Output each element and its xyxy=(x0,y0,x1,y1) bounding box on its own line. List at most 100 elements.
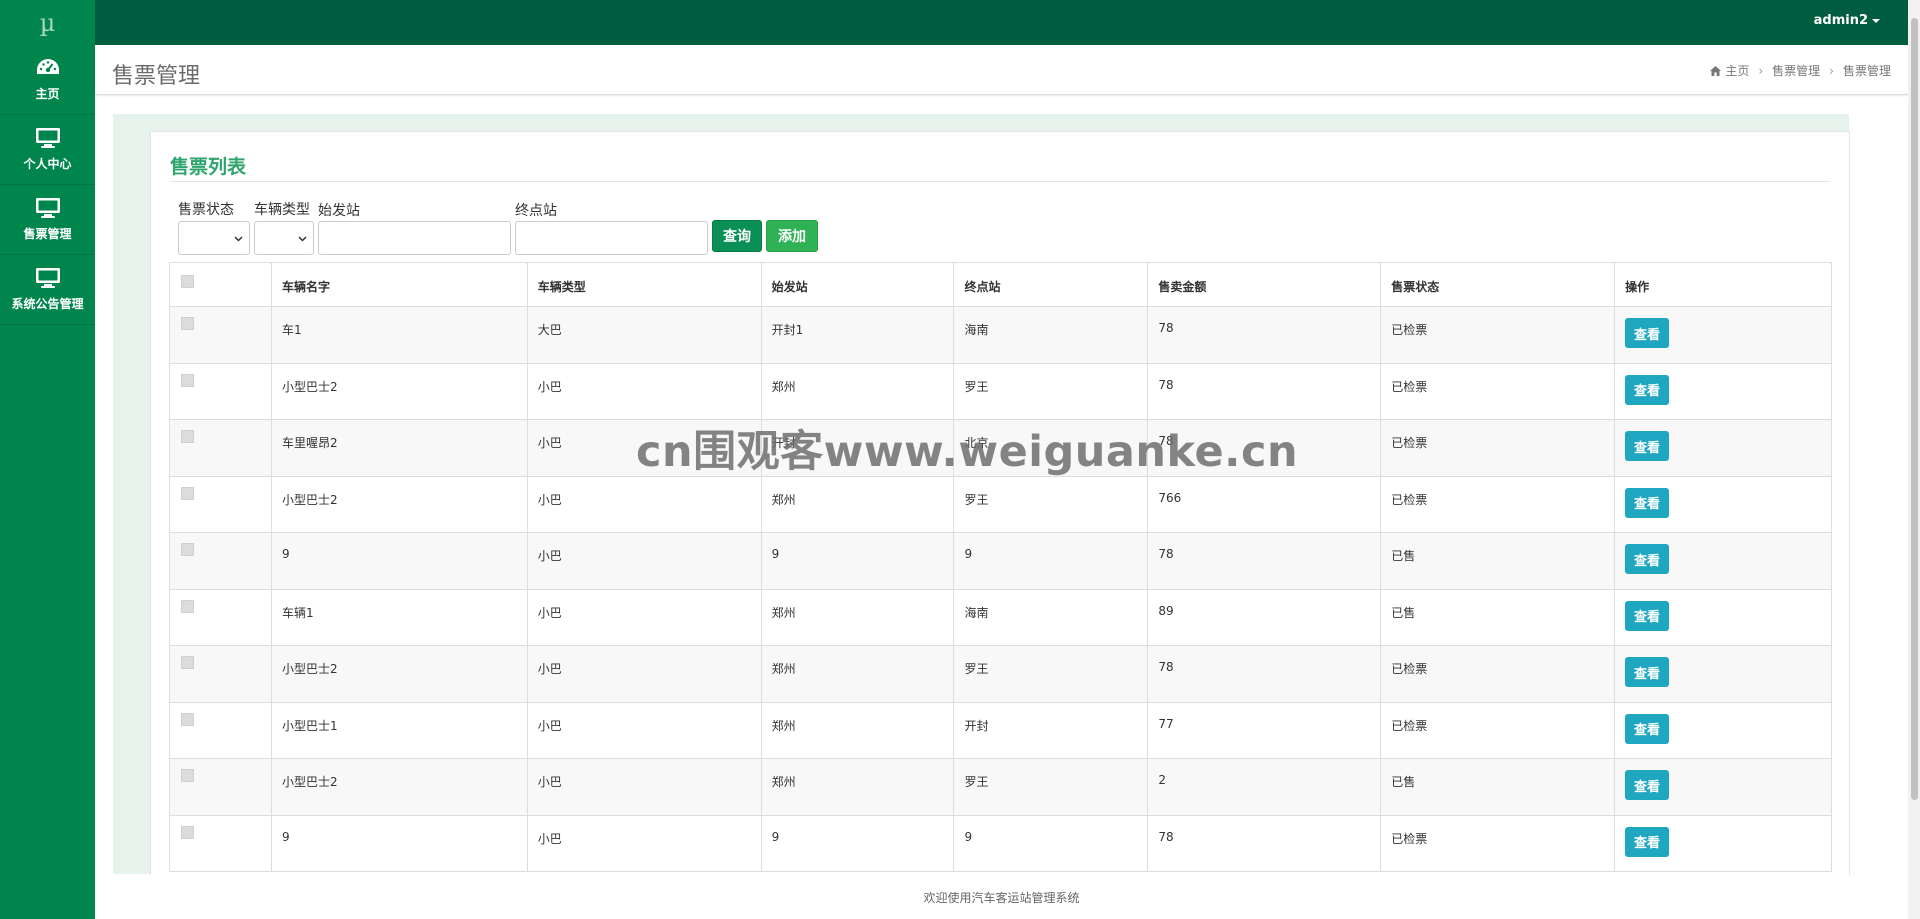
vehicle-name-cell: 车里喔昂2 xyxy=(270,419,528,477)
table-row: 小型巴士2 小巴 郑州 罗王 78 已检票 查看 xyxy=(169,645,1832,703)
table-header-row: 车辆名字 车辆类型 始发站 终点站 售卖金额 售票状态 操作 xyxy=(169,262,1832,307)
view-button[interactable]: 查看 xyxy=(1625,600,1670,631)
amount-cell: 2 xyxy=(1147,758,1382,816)
status-cell: 已检票 xyxy=(1380,419,1616,477)
username: admin2 xyxy=(1813,13,1868,28)
sidebar-item-label: 个人中心 xyxy=(23,157,72,171)
scrollbar[interactable] xyxy=(1908,0,1920,919)
sidebar: µ 主页 个人中心 售票管理 系统公告管理 xyxy=(0,0,95,919)
status-cell: 已检票 xyxy=(1380,475,1616,533)
start-station-cell: 郑州 xyxy=(760,362,955,420)
status-filter-label: 售票状态 xyxy=(178,202,234,218)
vehicle-type-cell: 小巴 xyxy=(526,419,762,477)
start-station-label: 始发站 xyxy=(318,203,360,219)
select-cell xyxy=(169,701,272,759)
table-row: 车1 大巴 开封1 海南 78 已检票 查看 xyxy=(169,306,1832,364)
action-cell: 查看 xyxy=(1614,814,1832,872)
start-station-cell: 郑州 xyxy=(760,645,955,703)
breadcrumb-item[interactable]: 售票管理 xyxy=(1772,62,1820,79)
vehicle-name-cell: 9 xyxy=(270,532,528,590)
ticket-list-card: 售票列表 售票状态 车辆类型 始发站 终点站 查询 添加 车辆名字 车辆类型 始… xyxy=(150,131,1850,881)
column-header: 操作 xyxy=(1614,262,1832,307)
select-cell xyxy=(169,362,272,420)
status-cell: 已售 xyxy=(1380,758,1616,816)
vehicle-name-cell: 车1 xyxy=(270,306,528,364)
query-button[interactable]: 查询 xyxy=(712,220,762,252)
sidebar-item-announcements[interactable]: 系统公告管理 xyxy=(0,255,95,325)
vehicle-type-cell: 小巴 xyxy=(526,362,762,420)
status-cell: 已检票 xyxy=(1380,701,1616,759)
row-checkbox[interactable] xyxy=(181,317,194,330)
view-button[interactable]: 查看 xyxy=(1625,431,1670,461)
row-checkbox[interactable] xyxy=(181,656,194,669)
action-cell: 查看 xyxy=(1614,362,1832,420)
view-button[interactable]: 查看 xyxy=(1625,657,1670,687)
amount-cell: 78 xyxy=(1147,645,1382,703)
row-checkbox[interactable] xyxy=(181,769,194,782)
amount-cell: 78 xyxy=(1147,362,1382,420)
row-checkbox[interactable] xyxy=(181,599,194,613)
select-cell xyxy=(169,475,272,533)
row-checkbox[interactable] xyxy=(181,486,194,500)
view-button[interactable]: 查看 xyxy=(1625,826,1670,857)
status-select[interactable] xyxy=(178,221,250,255)
vehicle-name-cell: 小型巴士2 xyxy=(270,475,528,533)
monitor-icon xyxy=(35,268,60,288)
breadcrumb: 主页 › 售票管理 › 售票管理 xyxy=(1710,62,1891,79)
sidebar-item-ticket-management[interactable]: 售票管理 xyxy=(0,185,95,255)
amount-cell: 766 xyxy=(1147,475,1382,533)
table-row: 车辆1 小巴 郑州 海南 89 已售 查看 xyxy=(169,588,1832,646)
vehicle-type-cell: 小巴 xyxy=(526,758,762,816)
sidebar-item-profile[interactable]: 个人中心 xyxy=(0,115,95,185)
start-station-cell: 郑州 xyxy=(760,475,955,533)
table-row: 小型巴士1 小巴 郑州 开封 77 已检票 查看 xyxy=(169,701,1832,759)
vehicle-name-cell: 9 xyxy=(270,814,528,872)
vehicle-name-cell: 车辆1 xyxy=(270,588,528,646)
view-button[interactable]: 查看 xyxy=(1625,374,1670,405)
end-station-cell: 开封 xyxy=(953,701,1149,759)
amount-cell: 78 xyxy=(1147,814,1382,872)
view-button[interactable]: 查看 xyxy=(1625,770,1670,800)
row-checkbox[interactable] xyxy=(181,373,194,387)
row-checkbox[interactable] xyxy=(181,825,194,839)
end-station-cell: 罗王 xyxy=(953,475,1149,533)
view-button[interactable]: 查看 xyxy=(1625,318,1670,348)
breadcrumb-home[interactable]: 主页 xyxy=(1725,62,1749,79)
view-button[interactable]: 查看 xyxy=(1625,713,1670,744)
start-station-input[interactable] xyxy=(318,221,511,255)
footer: 欢迎使用汽车客运站管理系统 xyxy=(95,875,1908,919)
user-menu[interactable]: admin2 xyxy=(1814,13,1880,28)
end-station-input[interactable] xyxy=(515,221,708,255)
sidebar-item-home[interactable]: 主页 xyxy=(0,45,95,115)
end-station-cell: 罗王 xyxy=(953,645,1149,703)
row-checkbox[interactable] xyxy=(181,543,194,556)
table-row: 小型巴士2 小巴 郑州 罗王 766 已检票 查看 xyxy=(169,475,1832,533)
view-button[interactable]: 查看 xyxy=(1625,487,1670,518)
action-cell: 查看 xyxy=(1614,588,1832,646)
end-station-cell: 9 xyxy=(953,814,1149,872)
vehicle-type-select[interactable] xyxy=(254,221,314,255)
select-cell xyxy=(169,814,272,872)
scrollbar-thumb[interactable] xyxy=(1911,18,1918,800)
amount-cell: 78 xyxy=(1147,532,1382,590)
table-row: 小型巴士2 小巴 郑州 罗王 78 已检票 查看 xyxy=(169,362,1832,420)
amount-cell: 89 xyxy=(1147,588,1382,646)
vehicle-type-cell: 小巴 xyxy=(526,701,762,759)
select-cell xyxy=(169,419,272,477)
select-cell xyxy=(169,532,272,590)
column-header: 售卖金额 xyxy=(1147,262,1382,307)
row-checkbox[interactable] xyxy=(181,430,194,443)
start-station-cell: 9 xyxy=(760,532,955,590)
add-button[interactable]: 添加 xyxy=(766,220,818,252)
action-cell: 查看 xyxy=(1614,701,1832,759)
action-cell: 查看 xyxy=(1614,306,1832,364)
status-cell: 已检票 xyxy=(1380,306,1616,364)
view-button[interactable]: 查看 xyxy=(1625,544,1670,574)
row-checkbox[interactable] xyxy=(181,712,194,726)
vehicle-type-cell: 小巴 xyxy=(526,532,762,590)
end-station-cell: 罗王 xyxy=(953,362,1149,420)
select-all-checkbox[interactable] xyxy=(181,275,194,288)
topbar: admin2 xyxy=(95,0,1908,45)
chevron-down-icon xyxy=(234,236,243,242)
vehicle-name-cell: 小型巴士2 xyxy=(270,362,528,420)
